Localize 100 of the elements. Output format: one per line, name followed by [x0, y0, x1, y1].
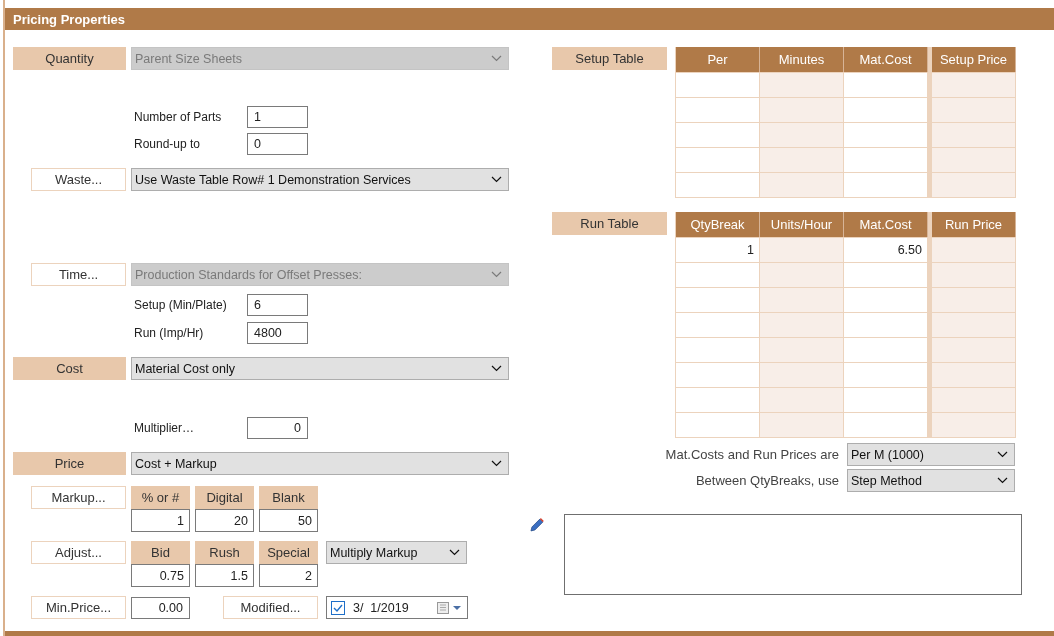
table-cell[interactable] [760, 387, 844, 412]
table-cell[interactable] [676, 147, 760, 172]
table-cell[interactable] [676, 362, 760, 387]
column-header: Mat.Cost [844, 212, 928, 237]
table-cell[interactable] [760, 287, 844, 312]
section-button[interactable]: Waste... [31, 168, 126, 191]
chevron-down-icon [449, 549, 460, 556]
column-header: Blank [259, 486, 318, 509]
dropdown[interactable]: Multiply Markup [326, 541, 467, 564]
pencil-icon[interactable] [529, 517, 545, 533]
table-cell[interactable] [932, 387, 1016, 412]
input-field[interactable]: 0 [247, 133, 308, 155]
table-cell[interactable] [844, 262, 928, 287]
dropdown[interactable]: Material Cost only [131, 357, 509, 380]
table-cell[interactable] [844, 412, 928, 437]
input-field[interactable]: 0 [247, 417, 308, 439]
table-cell[interactable] [676, 72, 760, 97]
table-cell[interactable] [932, 172, 1016, 197]
input-field[interactable]: 1 [131, 509, 190, 532]
table-cell[interactable] [676, 287, 760, 312]
date-picker[interactable]: 3/ 1/2019 [326, 596, 468, 619]
input-field[interactable]: 1 [247, 106, 308, 128]
table-cell[interactable] [676, 97, 760, 122]
table-cell[interactable] [676, 312, 760, 337]
table-cell[interactable]: 6.50 [844, 237, 928, 262]
setting-label: Between QtyBreaks, use [694, 473, 839, 488]
table-cell[interactable] [844, 72, 928, 97]
input-field[interactable]: 0.75 [131, 564, 190, 587]
table-cell[interactable] [676, 387, 760, 412]
dropdown[interactable]: Step Method [847, 469, 1015, 492]
checkbox[interactable] [331, 600, 345, 615]
input-field[interactable]: 1.5 [195, 564, 254, 587]
table-cell[interactable] [676, 412, 760, 437]
table-cell[interactable] [760, 97, 844, 122]
table-cell[interactable] [760, 237, 844, 262]
input-field[interactable]: 20 [195, 509, 254, 532]
section-button[interactable]: Min.Price... [31, 596, 126, 619]
column-header: Run Price [932, 212, 1016, 237]
input-field[interactable]: 2 [259, 564, 318, 587]
table-cell[interactable] [844, 172, 928, 197]
chevron-down-icon [491, 271, 502, 278]
table-cell[interactable] [932, 312, 1016, 337]
table-cell[interactable] [760, 337, 844, 362]
table-cell[interactable] [932, 97, 1016, 122]
table-cell[interactable] [844, 122, 928, 147]
table-cell[interactable] [760, 412, 844, 437]
chevron-down-icon [997, 451, 1008, 458]
notes-field[interactable] [563, 514, 1022, 595]
table-cell[interactable] [844, 287, 928, 312]
input-field[interactable]: 6 [247, 294, 308, 316]
column-header: Mat.Cost [844, 47, 928, 72]
field-label: Setup (Min/Plate) [134, 298, 228, 312]
field-label: Run (Imp/Hr) [134, 326, 205, 340]
table-cell[interactable] [760, 362, 844, 387]
table-cell[interactable] [760, 147, 844, 172]
calendar-icon[interactable] [437, 601, 463, 614]
table-cell[interactable] [932, 262, 1016, 287]
dropdown[interactable]: Use Waste Table Row# 1 Demonstration Services [131, 168, 509, 191]
table-label: Run Table [552, 212, 667, 235]
table-cell[interactable] [844, 312, 928, 337]
table-cell[interactable] [932, 412, 1016, 437]
chevron-down-icon [491, 460, 502, 467]
table-cell[interactable] [760, 172, 844, 197]
section-button[interactable]: Adjust... [31, 541, 126, 564]
table-cell[interactable] [844, 337, 928, 362]
table-label: Setup Table [552, 47, 667, 70]
table-cell[interactable] [760, 312, 844, 337]
table-cell[interactable]: 1 [676, 237, 760, 262]
column-header: QtyBreak [676, 212, 760, 237]
table-cell[interactable] [932, 122, 1016, 147]
section-button[interactable]: Markup... [31, 486, 126, 509]
table-cell[interactable] [932, 362, 1016, 387]
table-cell[interactable] [844, 97, 928, 122]
table-cell[interactable] [844, 147, 928, 172]
column-header: Digital [195, 486, 254, 509]
table-cell[interactable] [932, 72, 1016, 97]
table-cell[interactable] [932, 237, 1016, 262]
table-cell[interactable] [932, 287, 1016, 312]
section-label: Price [13, 452, 126, 475]
table-cell[interactable] [676, 172, 760, 197]
table-cell[interactable] [676, 262, 760, 287]
panel-title: Pricing Properties [5, 8, 1054, 30]
modified-button[interactable]: Modified... [223, 596, 318, 619]
table-cell[interactable] [760, 72, 844, 97]
input-field[interactable]: 4800 [247, 322, 308, 344]
dropdown[interactable]: Cost + Markup [131, 452, 509, 475]
input-field[interactable]: 0.00 [131, 596, 190, 619]
field-label: Round-up to [134, 137, 202, 151]
table-cell[interactable] [844, 362, 928, 387]
dropdown[interactable]: Per M (1000) [847, 443, 1015, 466]
table-cell[interactable] [676, 337, 760, 362]
table-cell[interactable] [932, 147, 1016, 172]
table-cell[interactable] [760, 122, 844, 147]
table-cell[interactable] [760, 262, 844, 287]
column-header: Units/Hour [760, 212, 844, 237]
table-cell[interactable] [844, 387, 928, 412]
date-text: 3/ 1/2019 [353, 600, 410, 615]
table-cell[interactable] [932, 337, 1016, 362]
input-field[interactable]: 50 [259, 509, 318, 532]
table-cell[interactable] [676, 122, 760, 147]
